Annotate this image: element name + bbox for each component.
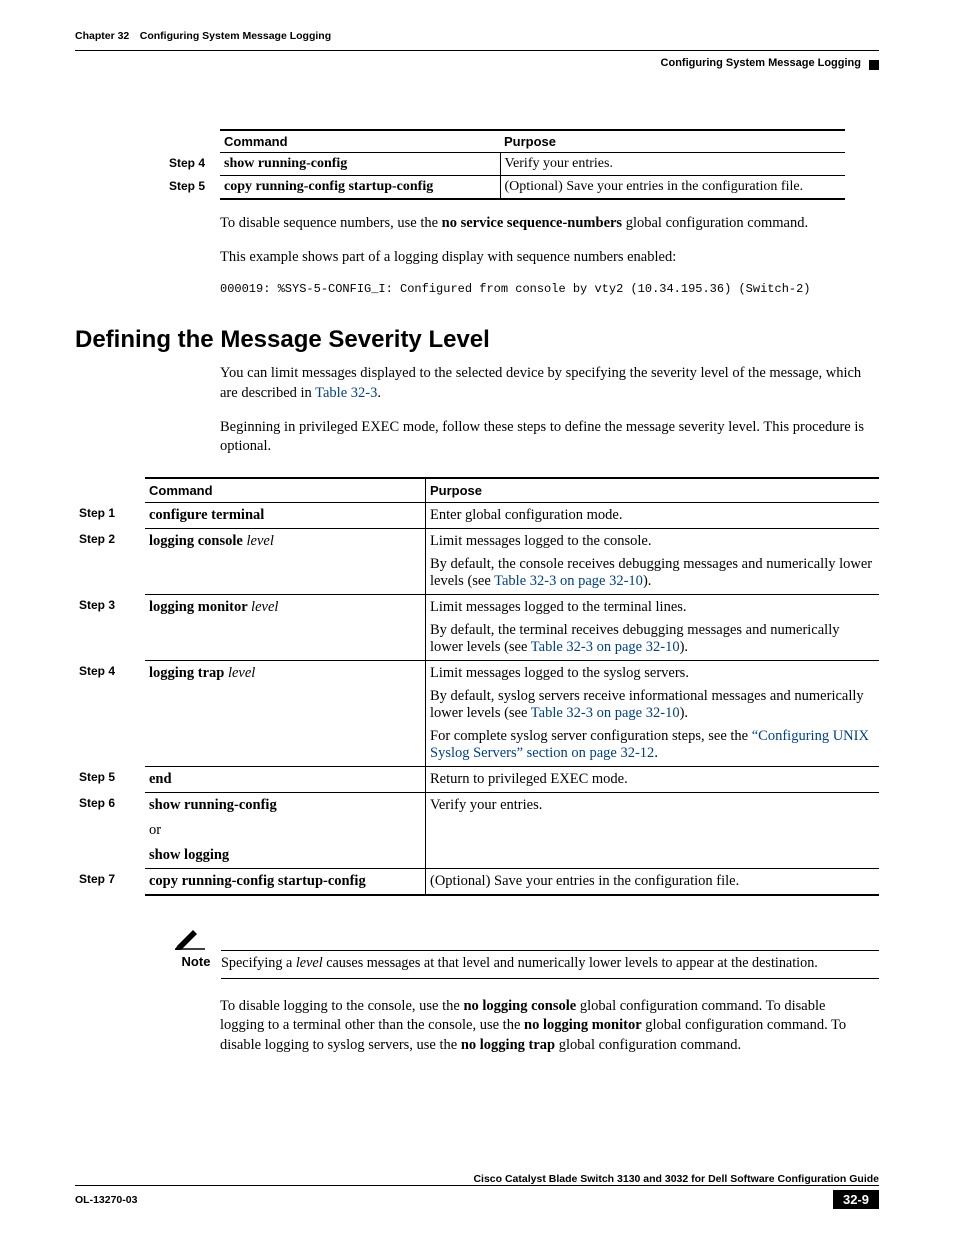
body-paragraph: To disable sequence numbers, use the no … [220,214,869,234]
table-link[interactable]: Table 32-3 on page 32-10 [531,639,680,655]
page-number: 32-9 [833,1190,879,1209]
chapter-header: Chapter 32 Configuring System Message Lo… [75,30,879,69]
body-paragraph: To disable logging to the console, use t… [220,997,869,1056]
purpose-cell: (Optional) Save your entries in the conf… [426,868,880,895]
command-cell: show running-config [220,153,500,176]
step-label: Step 4 [75,660,145,766]
table-row: Step 5 end Return to privileged EXEC mod… [75,766,879,792]
table-row: Step 5 copy running-config startup-confi… [165,176,845,200]
table-row: Step 1 configure terminal Enter global c… [75,502,879,528]
table-header-purpose: Purpose [500,130,845,153]
section-title: Configuring System Message Logging [75,57,879,69]
table-header-command: Command [145,478,426,503]
section-heading: Defining the Message Severity Level [75,326,879,354]
step-label: Step 5 [75,766,145,792]
step-label: Step 1 [75,502,145,528]
note-text: Specifying a level causes messages at th… [221,955,879,979]
table-header-purpose: Purpose [426,478,880,503]
pencil-icon [175,926,879,950]
step-label: Step 3 [75,594,145,660]
purpose-cell: Limit messages logged to the console. By… [426,528,880,594]
table-row: Step 4 show running-config Verify your e… [165,153,845,176]
table-row: Step 3 logging monitor level Limit messa… [75,594,879,660]
purpose-cell: (Optional) Save your entries in the conf… [500,176,845,200]
table-row: Step 2 logging console level Limit messa… [75,528,879,594]
command-cell: copy running-config startup-config [220,176,500,200]
note-label: Note [173,954,219,969]
purpose-cell: Limit messages logged to the terminal li… [426,594,880,660]
table-header-command: Command [220,130,500,153]
page-footer: Cisco Catalyst Blade Switch 3130 and 303… [75,1189,879,1209]
body-paragraph: This example shows part of a logging dis… [220,248,869,268]
purpose-cell: Return to privileged EXEC mode. [426,766,880,792]
table-row: Step 6 show running-config or show loggi… [75,792,879,868]
body-paragraph: Beginning in privileged EXEC mode, follo… [220,418,869,457]
step-label: Step 5 [165,176,220,200]
footer-doc-id: OL-13270-03 [75,1194,137,1206]
step-label: Step 2 [75,528,145,594]
table-link[interactable]: Table 32-3 on page 32-10 [531,705,680,721]
table-row: Step 7 copy running-config startup-confi… [75,868,879,895]
note-block: Note Specifying a level causes messages … [175,926,879,979]
command-cell: configure terminal [149,507,264,523]
purpose-cell: Limit messages logged to the syslog serv… [426,660,880,766]
step-label: Step 7 [75,868,145,895]
command-table-1: Command Purpose Step 4 show running-conf… [165,129,845,200]
table-row: Step 4 logging trap level Limit messages… [75,660,879,766]
footer-book-title: Cisco Catalyst Blade Switch 3130 and 303… [75,1173,879,1185]
table-link[interactable]: Table 32-3 [315,385,377,401]
step-label: Step 6 [75,792,145,868]
step-label: Step 4 [165,153,220,176]
table-link[interactable]: Table 32-3 on page 32-10 [494,573,643,589]
section-marker-icon [869,60,879,70]
purpose-cell: Verify your entries. [500,153,845,176]
chapter-title: Chapter 32 Configuring System Message Lo… [75,30,879,42]
purpose-cell: Enter global configuration mode. [426,502,880,528]
code-example: 000019: %SYS-5-CONFIG_I: Configured from… [220,282,879,296]
purpose-cell: Verify your entries. [426,792,880,868]
command-table-2: Command Purpose Step 1 configure termina… [75,477,879,896]
body-paragraph: You can limit messages displayed to the … [220,364,869,403]
